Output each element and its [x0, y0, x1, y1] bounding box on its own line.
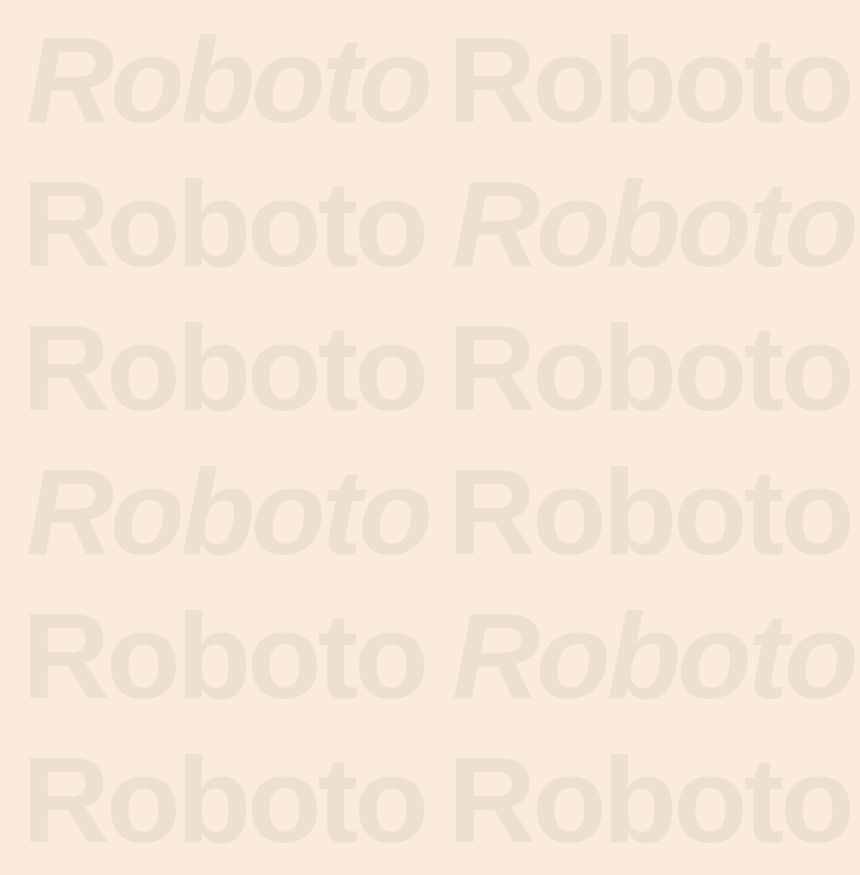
- specimen-word-regular: Roboto: [22, 588, 429, 724]
- specimen-word-regular: Roboto: [448, 444, 855, 580]
- specimen-row: Roboto Roboto: [0, 300, 860, 436]
- specimen-word-regular: Roboto: [448, 12, 855, 148]
- specimen-row: Roboto Roboto: [0, 588, 860, 724]
- specimen-word-italic: Roboto: [452, 156, 859, 292]
- specimen-word-regular: Roboto: [22, 156, 429, 292]
- specimen-row: Roboto Roboto: [0, 732, 860, 868]
- specimen-row: Roboto Roboto: [0, 444, 860, 580]
- specimen-word-italic: Roboto: [26, 12, 433, 148]
- specimen-word-italic: Roboto: [452, 588, 859, 724]
- specimen-word-italic: Roboto: [26, 444, 433, 580]
- specimen-row: Roboto Roboto: [0, 12, 860, 148]
- font-specimen-background: Roboto Roboto Roboto Roboto Roboto Robot…: [0, 0, 860, 875]
- specimen-word-regular: Roboto: [448, 300, 855, 436]
- specimen-word-regular: Roboto: [22, 732, 429, 868]
- specimen-word-regular: Roboto: [448, 732, 855, 868]
- specimen-word-regular: Roboto: [22, 300, 429, 436]
- specimen-row: Roboto Roboto: [0, 156, 860, 292]
